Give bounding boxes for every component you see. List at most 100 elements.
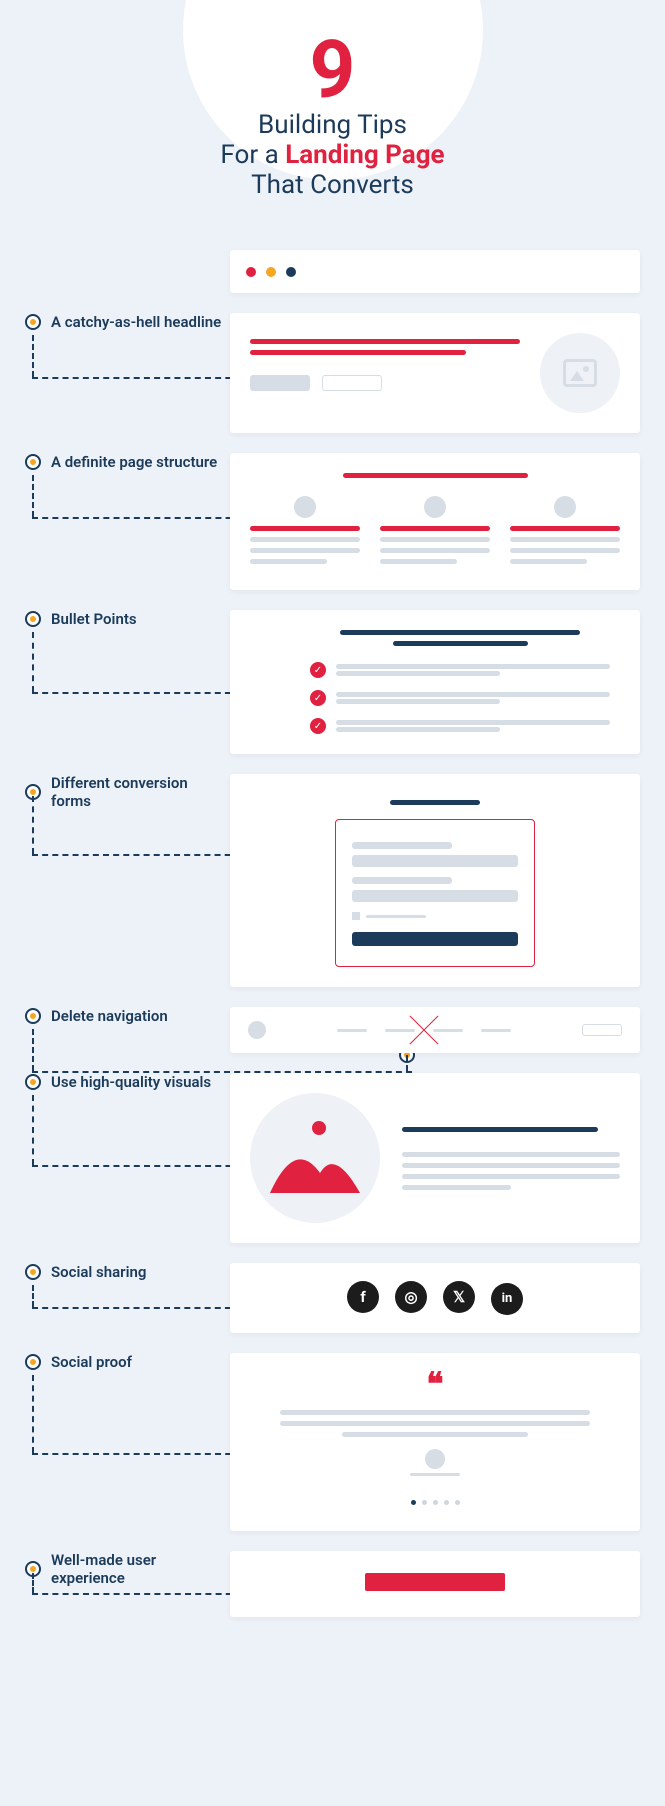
bullet-icon [25,1074,41,1090]
connector-v [32,796,34,854]
hero-line-3: That Converts [0,170,665,200]
placeholder-bar [402,1174,620,1179]
carousel-pager [280,1490,590,1509]
bullet-icon [25,1354,41,1370]
column-placeholder [250,496,360,570]
avatar-placeholder [425,1449,445,1469]
title-bar [402,1127,598,1132]
column-placeholder [510,496,620,570]
tip-5-label: Delete navigation [25,1007,230,1031]
connector-v [406,1055,408,1071]
headline-bar [250,339,520,344]
connector-v [32,1285,34,1307]
tip-3-card: ✓ ✓ ✓ [230,610,640,754]
pager-dot-active [411,1500,416,1505]
window-dot-max [286,267,296,277]
hero-content: 9 Building Tips For a Landing Page That … [0,30,665,200]
pager-dot [422,1500,427,1505]
primary-button-placeholder [250,375,310,391]
nav-link-placeholder [481,1029,511,1032]
instagram-icon: ◎ [395,1281,427,1313]
tip-5-card [230,1007,640,1053]
tip-6-text: Use high-quality visuals [51,1073,211,1091]
placeholder-bar [402,1163,620,1168]
form-placeholder [335,819,535,967]
title-bar [393,641,528,646]
placeholder-bar [336,664,610,669]
placeholder-bar [510,537,620,542]
title-bar [340,630,580,635]
check-icon: ✓ [310,690,326,706]
connector-v [32,1029,34,1071]
tip-4-label: Different conversion forms [25,774,230,816]
row-tip-5: Delete navigation [25,1007,640,1053]
row-tip-6: Use high-quality visuals [25,1073,640,1243]
connector-v [32,1573,34,1593]
logo-placeholder [248,1021,266,1039]
bullet-icon [25,611,41,627]
row-tip-9: Well-made user experience [25,1551,640,1617]
pager-dot [444,1500,449,1505]
row-window-bar [25,250,640,293]
hero: 9 Building Tips For a Landing Page That … [0,0,665,240]
tip-2-label: A definite page structure [25,453,230,477]
placeholder-bar [250,537,360,542]
placeholder-bar [336,671,500,676]
connector-v [32,1095,34,1165]
mountain-icon [250,1093,380,1223]
cross-icon [404,1010,444,1050]
author-name-placeholder [410,1473,460,1476]
tips-list: A catchy-as-hell headline [0,240,665,1617]
nav-link-placeholder [337,1029,367,1032]
row-tip-2: A definite page structure [25,453,640,590]
placeholder-bar [250,526,360,531]
placeholder-bar [510,559,587,564]
hero-line-1: Building Tips [0,110,665,140]
hero-line-2-pre: For a [220,140,285,170]
tip-9-label: Well-made user experience [25,1551,230,1593]
hero-line-2: For a Landing Page [0,140,665,170]
section-heading-bar [343,473,528,478]
bullet-row: ✓ [310,690,610,706]
placeholder-bar [250,559,327,564]
row-tip-4: Different conversion forms [25,774,640,987]
tip-1-label: A catchy-as-hell headline [25,313,230,337]
placeholder-bar [510,526,620,531]
connector-h [32,517,252,519]
tip-3-label: Bullet Points [25,610,230,634]
hero-line-2-highlight: Landing Page [285,140,444,170]
feature-icon-placeholder [554,496,576,518]
feature-icon-placeholder [294,496,316,518]
placeholder-bar [280,1421,590,1426]
placeholder-bar [280,1410,590,1415]
tip-4-text: Different conversion forms [51,774,230,810]
input-placeholder [352,890,518,902]
placeholder-bar [336,692,610,697]
quote-icon: ❝ [280,1375,590,1394]
hero-image-placeholder [250,1093,380,1223]
placeholder-bar [380,526,490,531]
placeholder-bar [336,699,500,704]
browser-window-bar [230,250,640,293]
image-placeholder-circle [540,333,620,413]
row-tip-8: Social proof ❝ [25,1353,640,1531]
column-placeholder [380,496,490,570]
bullet-icon [25,454,41,470]
bullet-row: ✓ [310,718,610,734]
row-tip-1: A catchy-as-hell headline [25,313,640,433]
placeholder-bar [366,915,426,918]
tip-7-label: Social sharing [25,1263,230,1287]
check-icon: ✓ [310,718,326,734]
connector-h [32,1165,262,1167]
tip-2-card [230,453,640,590]
linkedin-icon: in [491,1283,523,1315]
placeholder-bar [336,727,500,732]
connector-v [32,1375,34,1453]
headline-bar [250,350,466,355]
placeholder-bar [250,548,360,553]
submit-button-placeholder [352,932,518,946]
secondary-button-placeholder [322,375,382,391]
tip-6-label: Use high-quality visuals [25,1073,230,1097]
pager-dot [455,1500,460,1505]
check-icon: ✓ [310,662,326,678]
